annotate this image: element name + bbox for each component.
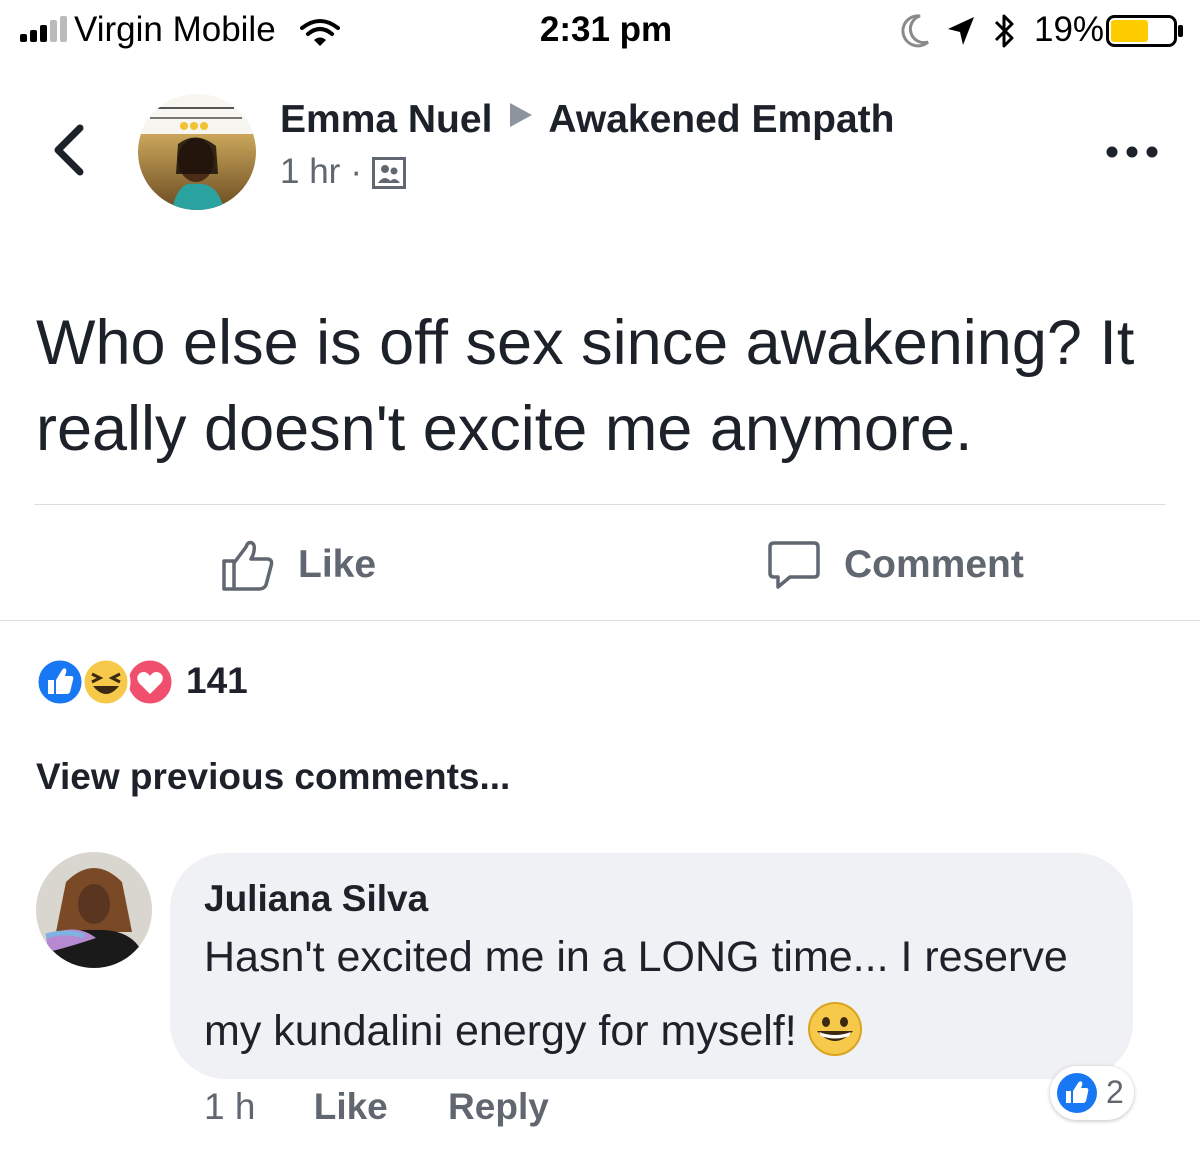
meta-separator: · (350, 152, 362, 191)
comment-reply-button[interactable]: Reply (448, 1086, 549, 1127)
group-icon (371, 157, 406, 189)
like-reaction-icon (1057, 1073, 1097, 1113)
thumbs-up-icon (222, 540, 274, 591)
grinning-face-emoji (807, 1002, 862, 1056)
like-reaction-icon (36, 657, 85, 707)
comment-body: Hasn't excited me in a LONG time... I re… (204, 933, 1068, 1055)
post-time[interactable]: 1 hr (280, 152, 340, 191)
more-options-button[interactable] (1104, 140, 1160, 164)
battery-icon (1106, 15, 1183, 47)
divider (0, 620, 1200, 621)
triangle-right-icon (510, 103, 533, 127)
comment-like-count: 2 (1106, 1074, 1124, 1110)
clock: 2:31 pm (539, 10, 673, 49)
comment-text: Hasn't excited me in a LONG time... I re… (204, 920, 1124, 1068)
comment-button[interactable]: Comment (766, 534, 1024, 596)
comment-bubble-icon (768, 541, 820, 589)
commenter-name[interactable]: Juliana Silva (204, 878, 428, 920)
like-label: Like (298, 543, 377, 586)
group-name[interactable]: Awakened Empath (548, 98, 894, 141)
comment-footer: 1 h Like Reply (204, 1086, 599, 1128)
post-meta: 1 hr · (280, 152, 406, 192)
reaction-icons[interactable] (36, 656, 176, 708)
back-button[interactable] (44, 118, 92, 182)
commenter-avatar[interactable] (36, 852, 152, 968)
comment-like-count-badge[interactable]: 2 (1050, 1066, 1134, 1120)
battery-percent: 19% (1034, 10, 1105, 49)
post-author-line: Emma Nuel Awakened Empath (280, 98, 894, 142)
do-not-disturb-icon (901, 14, 930, 48)
like-button[interactable]: Like (220, 534, 376, 596)
avatar[interactable] (138, 94, 256, 210)
reaction-count[interactable]: 141 (186, 660, 248, 702)
location-arrow-icon (948, 17, 974, 45)
comment-label: Comment (844, 543, 1024, 586)
author-name[interactable]: Emma Nuel (280, 98, 492, 141)
comment-like-button[interactable]: Like (314, 1086, 388, 1127)
love-reaction-icon (125, 657, 175, 707)
comment-time: 1 h (204, 1086, 256, 1127)
haha-reaction-icon (81, 657, 131, 707)
view-previous-comments-link[interactable]: View previous comments... (36, 756, 510, 798)
post-text: Who else is off sex since awakening? It … (36, 308, 1135, 464)
status-bar: Virgin Mobile 2:31 pm 19% (0, 0, 1200, 62)
bluetooth-icon (994, 14, 1014, 48)
divider (34, 504, 1165, 505)
